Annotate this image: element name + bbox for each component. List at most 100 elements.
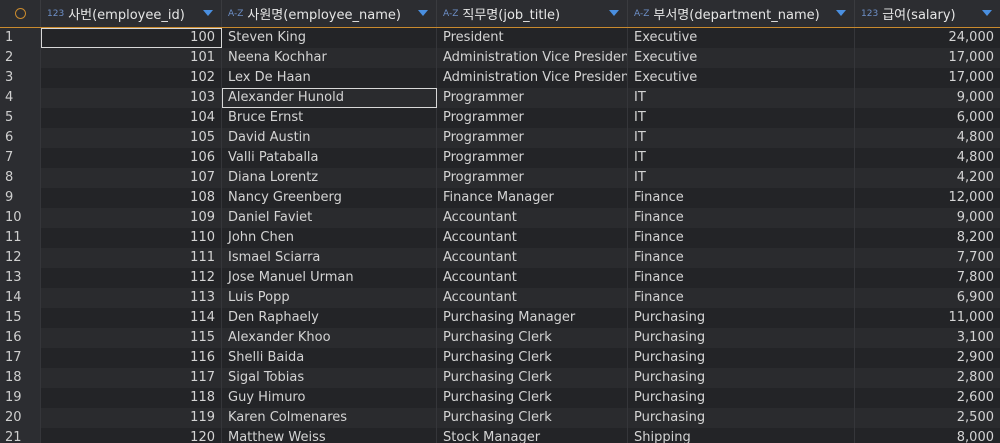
cell-employee-name[interactable]: Neena Kochhar bbox=[222, 48, 437, 68]
cell-salary[interactable]: 2,500 bbox=[855, 408, 1000, 428]
cell-salary[interactable]: 11,000 bbox=[855, 308, 1000, 328]
cell-job-title[interactable]: Programmer bbox=[437, 148, 628, 168]
cell-salary[interactable]: 2,900 bbox=[855, 348, 1000, 368]
row-number[interactable]: 17 bbox=[0, 348, 41, 368]
cell-employee-id[interactable]: 116 bbox=[41, 348, 222, 368]
cell-department-name[interactable]: Finance bbox=[628, 288, 855, 308]
cell-department-name[interactable]: Purchasing bbox=[628, 348, 855, 368]
row-number[interactable]: 6 bbox=[0, 128, 41, 148]
table-row[interactable]: 8 107 Diana Lorentz Programmer IT 4,200 bbox=[0, 168, 1000, 188]
cell-salary[interactable]: 2,600 bbox=[855, 388, 1000, 408]
cell-employee-name[interactable]: Steven King bbox=[222, 28, 437, 48]
cell-department-name[interactable]: Executive bbox=[628, 28, 855, 48]
cell-department-name[interactable]: Executive bbox=[628, 48, 855, 68]
cell-department-name[interactable]: Purchasing bbox=[628, 408, 855, 428]
cell-salary[interactable]: 17,000 bbox=[855, 48, 1000, 68]
cell-department-name[interactable]: Finance bbox=[628, 228, 855, 248]
table-row[interactable]: 15 114 Den Raphaely Purchasing Manager Purch… bbox=[0, 308, 1000, 328]
table-row[interactable]: 16 115 Alexander Khoo Purchasing Clerk Purch… bbox=[0, 328, 1000, 348]
cell-employee-id[interactable]: 112 bbox=[41, 268, 222, 288]
cell-employee-name[interactable]: Guy Himuro bbox=[222, 388, 437, 408]
cell-department-name[interactable]: Purchasing bbox=[628, 388, 855, 408]
cell-salary[interactable]: 4,800 bbox=[855, 148, 1000, 168]
cell-employee-id[interactable]: 117 bbox=[41, 368, 222, 388]
cell-department-name[interactable]: Executive bbox=[628, 68, 855, 88]
cell-employee-id[interactable]: 115 bbox=[41, 328, 222, 348]
row-number[interactable]: 7 bbox=[0, 148, 41, 168]
cell-employee-id[interactable]: 111 bbox=[41, 248, 222, 268]
cell-job-title[interactable]: Stock Manager bbox=[437, 428, 628, 443]
cell-salary[interactable]: 8,200 bbox=[855, 228, 1000, 248]
cell-employee-id[interactable]: 113 bbox=[41, 288, 222, 308]
cell-job-title[interactable]: Accountant bbox=[437, 268, 628, 288]
column-header-salary[interactable]: 123 급여(salary) bbox=[855, 0, 1000, 27]
cell-employee-name[interactable]: Valli Pataballa bbox=[222, 148, 437, 168]
cell-employee-id[interactable]: 100 bbox=[41, 28, 222, 48]
cell-employee-id[interactable]: 109 bbox=[41, 208, 222, 228]
sort-arrow-icon[interactable] bbox=[982, 10, 992, 16]
cell-department-name[interactable]: IT bbox=[628, 88, 855, 108]
cell-salary[interactable]: 17,000 bbox=[855, 68, 1000, 88]
cell-salary[interactable]: 7,700 bbox=[855, 248, 1000, 268]
cell-employee-id[interactable]: 101 bbox=[41, 48, 222, 68]
table-row[interactable]: 12 111 Ismael Sciarra Accountant Finance 7,70… bbox=[0, 248, 1000, 268]
column-header-department-name[interactable]: A-Z 부서명(department_name) bbox=[628, 0, 855, 27]
cell-employee-name[interactable]: David Austin bbox=[222, 128, 437, 148]
cell-salary[interactable]: 6,000 bbox=[855, 108, 1000, 128]
row-number[interactable]: 1 bbox=[0, 28, 41, 48]
row-number[interactable]: 20 bbox=[0, 408, 41, 428]
cell-job-title[interactable]: Purchasing Clerk bbox=[437, 368, 628, 388]
sort-arrow-icon[interactable] bbox=[836, 10, 846, 16]
row-number[interactable]: 5 bbox=[0, 108, 41, 128]
cell-job-title[interactable]: Accountant bbox=[437, 228, 628, 248]
cell-job-title[interactable]: Administration Vice President bbox=[437, 68, 628, 88]
row-number[interactable]: 14 bbox=[0, 288, 41, 308]
cell-department-name[interactable]: Finance bbox=[628, 208, 855, 228]
cell-job-title[interactable]: Accountant bbox=[437, 208, 628, 228]
cell-employee-name[interactable]: Alexander Hunold bbox=[222, 88, 437, 108]
cell-employee-id[interactable]: 118 bbox=[41, 388, 222, 408]
row-number[interactable]: 13 bbox=[0, 268, 41, 288]
row-number[interactable]: 18 bbox=[0, 368, 41, 388]
cell-employee-name[interactable]: Luis Popp bbox=[222, 288, 437, 308]
cell-job-title[interactable]: Programmer bbox=[437, 168, 628, 188]
cell-department-name[interactable]: Finance bbox=[628, 268, 855, 288]
cell-employee-name[interactable]: Bruce Ernst bbox=[222, 108, 437, 128]
table-row[interactable]: 14 113 Luis Popp Accountant Finance 6,900 bbox=[0, 288, 1000, 308]
row-number[interactable]: 21 bbox=[0, 428, 41, 443]
cell-employee-id[interactable]: 108 bbox=[41, 188, 222, 208]
cell-job-title[interactable]: Administration Vice President bbox=[437, 48, 628, 68]
cell-job-title[interactable]: Purchasing Clerk bbox=[437, 388, 628, 408]
table-row[interactable]: 6 105 David Austin Programmer IT 4,800 bbox=[0, 128, 1000, 148]
cell-job-title[interactable]: Purchasing Manager bbox=[437, 308, 628, 328]
row-number[interactable]: 15 bbox=[0, 308, 41, 328]
cell-job-title[interactable]: Purchasing Clerk bbox=[437, 348, 628, 368]
cell-employee-id[interactable]: 106 bbox=[41, 148, 222, 168]
cell-job-title[interactable]: Finance Manager bbox=[437, 188, 628, 208]
cell-employee-name[interactable]: Lex De Haan bbox=[222, 68, 437, 88]
cell-department-name[interactable]: Finance bbox=[628, 248, 855, 268]
row-number[interactable]: 11 bbox=[0, 228, 41, 248]
select-all-corner[interactable] bbox=[0, 0, 41, 27]
cell-job-title[interactable]: President bbox=[437, 28, 628, 48]
cell-department-name[interactable]: Finance bbox=[628, 188, 855, 208]
sort-arrow-icon[interactable] bbox=[418, 10, 428, 16]
cell-employee-name[interactable]: Jose Manuel Urman bbox=[222, 268, 437, 288]
cell-salary[interactable]: 6,900 bbox=[855, 288, 1000, 308]
cell-department-name[interactable]: IT bbox=[628, 168, 855, 188]
cell-employee-name[interactable]: Ismael Sciarra bbox=[222, 248, 437, 268]
cell-employee-name[interactable]: Shelli Baida bbox=[222, 348, 437, 368]
cell-salary[interactable]: 2,800 bbox=[855, 368, 1000, 388]
row-number[interactable]: 9 bbox=[0, 188, 41, 208]
cell-job-title[interactable]: Programmer bbox=[437, 108, 628, 128]
cell-salary[interactable]: 3,100 bbox=[855, 328, 1000, 348]
sort-arrow-icon[interactable] bbox=[203, 10, 213, 16]
table-row[interactable]: 13 112 Jose Manuel Urman Accountant Finance 7… bbox=[0, 268, 1000, 288]
cell-employee-id[interactable]: 107 bbox=[41, 168, 222, 188]
row-number[interactable]: 8 bbox=[0, 168, 41, 188]
cell-salary[interactable]: 4,200 bbox=[855, 168, 1000, 188]
table-row[interactable]: 19 118 Guy Himuro Purchasing Clerk Purchasin… bbox=[0, 388, 1000, 408]
cell-employee-id[interactable]: 110 bbox=[41, 228, 222, 248]
cell-department-name[interactable]: Shipping bbox=[628, 428, 855, 443]
cell-job-title[interactable]: Accountant bbox=[437, 248, 628, 268]
